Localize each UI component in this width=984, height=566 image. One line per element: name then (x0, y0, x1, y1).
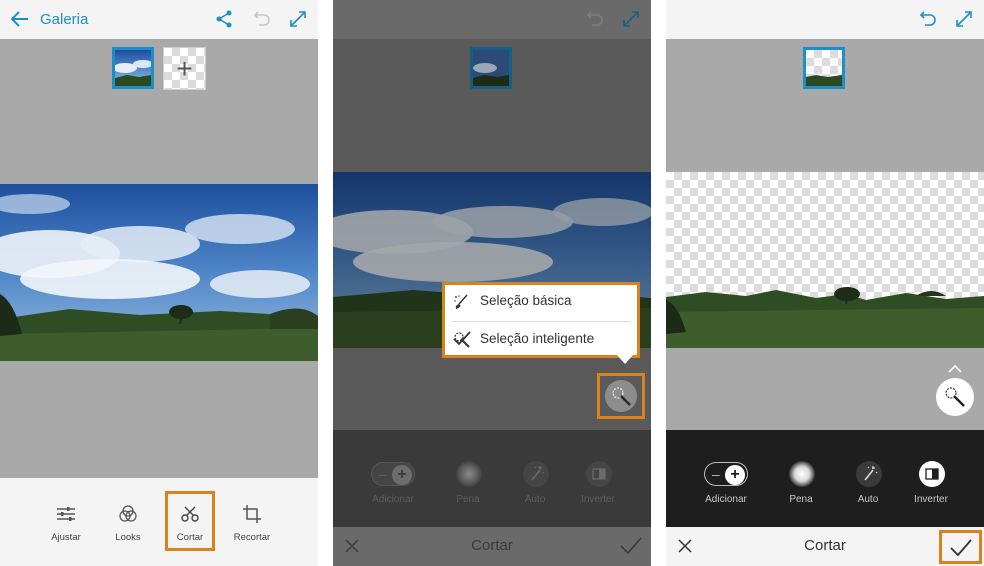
tool-adicionar[interactable]: – + Adicionar (358, 460, 428, 516)
selection-mode-button-highlight (597, 373, 645, 419)
page-title: Galeria (40, 11, 89, 28)
layer-thumbnail-photo[interactable] (112, 47, 154, 89)
check-icon[interactable] (950, 539, 972, 557)
tool-inverter[interactable]: Inverter (563, 460, 633, 516)
menu-item-label: Seleção básica (480, 293, 572, 308)
mode-title: Cortar (804, 537, 846, 554)
tool-ajustar[interactable]: Ajustar (36, 500, 96, 550)
top-bar (333, 0, 651, 39)
looks-icon (119, 505, 137, 522)
invert-icon (919, 461, 945, 487)
tool-label: Pena (456, 494, 480, 505)
photo-canvas-cutout[interactable] (666, 172, 984, 348)
tool-label: Ajustar (51, 532, 81, 543)
undo-icon[interactable] (919, 10, 937, 28)
expand-icon[interactable] (289, 10, 307, 28)
menu-item-label: Seleção inteligente (480, 331, 595, 346)
auto-wand-icon (856, 461, 882, 487)
magic-wand-icon (945, 387, 965, 407)
tool-recortar[interactable]: Recortar (222, 500, 282, 550)
top-bar: Galeria (0, 0, 318, 39)
tool-auto[interactable]: Auto (500, 460, 570, 516)
add-layer-button[interactable]: + (163, 47, 206, 90)
selection-mode-menu: Seleção básica Seleção inteligente (442, 282, 640, 358)
share-icon[interactable] (215, 10, 233, 28)
feather-icon (789, 461, 815, 487)
selection-mode-button[interactable] (605, 380, 637, 412)
undo-icon[interactable] (586, 10, 604, 28)
check-icon (453, 331, 471, 346)
sliders-icon (57, 507, 75, 521)
expand-icon[interactable] (955, 10, 973, 28)
add-toggle[interactable]: – + (704, 462, 748, 486)
arrow-left-icon[interactable] (11, 11, 29, 27)
tool-label: Auto (524, 494, 546, 505)
add-toggle[interactable]: – + (371, 462, 415, 486)
auto-wand-icon (523, 461, 549, 487)
layer-thumbnail-photo[interactable] (470, 47, 512, 89)
menu-divider (451, 321, 631, 322)
tool-pena[interactable]: Pena (766, 460, 836, 516)
feather-icon (456, 461, 482, 487)
menu-item-selecao-inteligente[interactable]: Seleção inteligente (445, 323, 637, 358)
top-bar (666, 0, 984, 39)
tool-label: Inverter (914, 494, 948, 505)
cortar-highlight (165, 491, 215, 551)
gallery-panel: Galeria + Ajustar Looks Cortar Recortar (0, 0, 318, 566)
cut-result-panel: – + Adicionar Pena Auto Inverter Cortar (666, 0, 984, 566)
magic-wand-icon (612, 387, 631, 406)
tool-label: Pena (789, 494, 813, 505)
tool-bar: Ajustar Looks Cortar Recortar (0, 478, 318, 566)
plus-icon: + (176, 53, 193, 84)
tool-label: Inverter (581, 494, 615, 505)
tool-label: Auto (857, 494, 879, 505)
tool-label: Adicionar (372, 494, 414, 505)
bottom-bar: Cortar (333, 527, 651, 566)
menu-pointer (617, 355, 633, 364)
tool-label: Recortar (233, 532, 271, 543)
tool-label: Looks (115, 532, 141, 543)
tool-label: Adicionar (705, 494, 747, 505)
tool-adicionar[interactable]: – + Adicionar (691, 460, 761, 516)
expand-icon[interactable] (622, 10, 640, 28)
tool-auto[interactable]: Auto (833, 460, 903, 516)
crop-icon (243, 505, 261, 523)
tool-pena[interactable]: Pena (433, 460, 503, 516)
brush-icon (454, 294, 468, 309)
menu-item-selecao-basica[interactable]: Seleção básica (445, 285, 637, 320)
tool-looks[interactable]: Looks (98, 500, 158, 550)
undo-icon[interactable] (253, 10, 271, 28)
check-icon[interactable] (620, 537, 642, 555)
bottom-bar: Cortar (666, 527, 984, 566)
layer-thumbnail-cutout[interactable] (803, 47, 845, 89)
selection-tool-bar: – + Adicionar Pena Auto Inverter (666, 430, 984, 527)
selection-tool-bar: – + Adicionar Pena Auto Inverter (333, 430, 651, 527)
photo-canvas[interactable] (0, 184, 318, 361)
selection-mode-button[interactable] (936, 378, 974, 416)
invert-icon (586, 461, 612, 487)
tool-inverter[interactable]: Inverter (896, 460, 966, 516)
mode-title: Cortar (471, 537, 513, 554)
confirm-highlight (939, 530, 982, 564)
chevron-up-icon[interactable] (947, 364, 963, 374)
